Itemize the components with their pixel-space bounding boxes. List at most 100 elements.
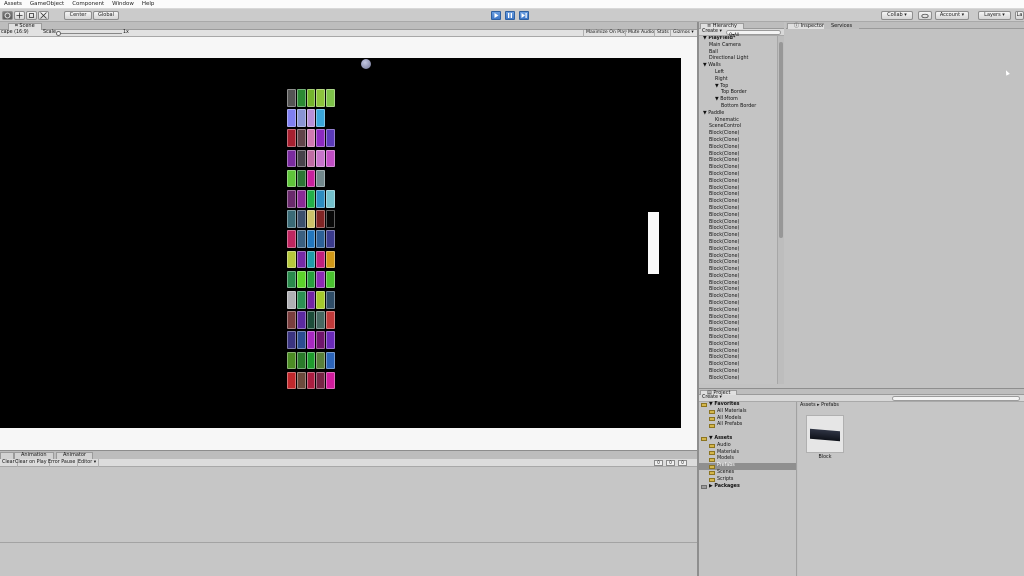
hierarchy-item[interactable]: Block(Clone) — [699, 240, 777, 247]
project-tree-item[interactable]: Scripts — [699, 477, 796, 484]
move-tool-button[interactable] — [14, 11, 25, 20]
error-filter-toggle[interactable]: 0 — [678, 460, 687, 466]
hierarchy-search-input[interactable]: Q▾All — [726, 30, 781, 37]
space-toggle[interactable]: Global — [93, 11, 119, 20]
hierarchy-item[interactable]: Block(Clone) — [699, 131, 777, 138]
breakout-block — [316, 291, 326, 309]
project-folder-tree[interactable]: ▼ Favorites All Materials All Models All Pr… — [699, 402, 797, 576]
project-breadcrumb[interactable]: Assets ▸ Prefabs — [800, 403, 839, 409]
hierarchy-item[interactable]: Block(Clone) — [699, 199, 777, 206]
hierarchy-item[interactable]: Main Camera — [699, 43, 777, 50]
breakout-block — [287, 109, 296, 127]
hierarchy-item[interactable]: ▼ Bottom — [699, 97, 777, 104]
hierarchy-item[interactable]: Block(Clone) — [699, 145, 777, 152]
hierarchy-item[interactable]: Block(Clone) — [699, 138, 777, 145]
project-tree-item[interactable]: Prefabs — [699, 463, 796, 470]
scale-slider-track[interactable] — [60, 33, 122, 34]
menu-item-component[interactable]: Component — [68, 1, 108, 7]
hierarchy-item[interactable]: Top Border — [699, 90, 777, 97]
account-dropdown[interactable]: Account ▾ — [935, 11, 969, 20]
menu-item-window[interactable]: Window — [108, 1, 138, 7]
console-log-area[interactable] — [0, 467, 697, 576]
project-search-input[interactable] — [892, 396, 1020, 401]
project-tree-item[interactable]: ▼ Assets — [699, 436, 796, 443]
project-tree-item[interactable]: Models — [699, 456, 796, 463]
error-pause-toggle[interactable]: Error Pause — [46, 459, 79, 467]
rotate-tool-button[interactable] — [26, 11, 37, 20]
game-canvas[interactable] — [0, 58, 681, 428]
hierarchy-item[interactable]: Block(Clone) — [699, 179, 777, 186]
menu-item-gameobject[interactable]: GameObject — [26, 1, 68, 7]
tab-scene[interactable]: ⌗ Scene — [8, 23, 42, 30]
collab-dropdown[interactable]: Collab ▾ — [881, 11, 913, 20]
maximize-on-play-toggle[interactable]: Maximize On Play — [583, 30, 629, 37]
project-tree-item[interactable]: All Prefabs — [699, 422, 796, 429]
breakout-block — [287, 149, 296, 168]
console-splitter[interactable] — [0, 542, 697, 543]
breakout-block — [326, 190, 335, 208]
tab-animation[interactable]: Animation — [14, 452, 54, 459]
log-filter-toggle[interactable]: 0 — [654, 460, 663, 466]
menu-item-assets[interactable]: Assets — [0, 1, 26, 7]
hierarchy-item[interactable]: Block(Clone) — [699, 247, 777, 254]
layers-dropdown[interactable]: Layers ▾ — [978, 11, 1011, 20]
hierarchy-item[interactable]: Block(Clone) — [699, 233, 777, 240]
layout-dropdown[interactable]: La — [1015, 11, 1024, 20]
hand-tool-button[interactable] — [2, 11, 13, 20]
hierarchy-item[interactable]: Block(Clone) — [699, 335, 777, 342]
gizmos-dropdown[interactable]: Gizmos ▾ — [670, 30, 696, 37]
project-tree-item[interactable]: ▶ Packages — [699, 484, 796, 491]
tab-animator[interactable]: Animator — [56, 452, 93, 459]
breakout-block — [287, 270, 296, 289]
hierarchy-item[interactable]: Left — [699, 70, 777, 77]
hierarchy-scroll-thumb[interactable] — [779, 42, 783, 238]
mute-audio-toggle[interactable]: Mute Audio — [625, 30, 656, 37]
project-tree-item[interactable]: ▼ Favorites — [699, 402, 796, 409]
hierarchy-item[interactable]: ▼ PlayField* — [699, 36, 777, 43]
scale-slider-handle[interactable] — [56, 31, 61, 36]
aspect-dropdown[interactable]: cape (16:9) — [1, 30, 29, 36]
hierarchy-item[interactable]: Block(Clone) — [699, 342, 777, 349]
project-tree-item[interactable]: All Models — [699, 416, 796, 423]
project-tree-item[interactable]: All Materials — [699, 409, 796, 416]
hierarchy-item[interactable]: Block(Clone) — [699, 213, 777, 220]
pause-button[interactable] — [505, 11, 515, 20]
cloud-button[interactable] — [918, 11, 932, 20]
hierarchy-item[interactable]: Block(Clone) — [699, 308, 777, 315]
breakout-block — [326, 270, 335, 289]
scale-label: Scale — [43, 30, 56, 35]
hierarchy-item[interactable]: Block(Clone) — [699, 206, 777, 213]
hierarchy-item[interactable]: Block(Clone) — [699, 274, 777, 281]
clear-on-play-toggle[interactable]: Clear on Play — [13, 459, 50, 467]
hierarchy-item[interactable]: Block(Clone) — [699, 267, 777, 274]
project-tree-item[interactable]: Materials — [699, 450, 796, 457]
hierarchy-item[interactable]: Block(Clone) — [699, 172, 777, 179]
project-tree-item[interactable]: Scenes — [699, 470, 796, 477]
hierarchy-create-button[interactable]: Create ▾ — [702, 29, 722, 35]
project-tree-item[interactable]: Audio — [699, 443, 796, 450]
play-button[interactable] — [491, 11, 501, 20]
tab-animator-label: Animator — [63, 452, 86, 458]
hierarchy-item[interactable]: Block(Clone) — [699, 376, 777, 383]
hierarchy-item[interactable]: Right — [699, 77, 777, 84]
scale-tool-button[interactable] — [38, 11, 49, 20]
hierarchy-item[interactable]: Block(Clone) — [699, 301, 777, 308]
tab-console[interactable] — [0, 452, 14, 459]
hierarchy-scrollbar[interactable] — [777, 36, 784, 384]
warning-filter-toggle[interactable]: 0 — [666, 460, 675, 466]
hierarchy-list[interactable]: ▼ PlayField* Main Camera Ball Directional L… — [699, 36, 777, 384]
asset-block-thumbnail[interactable] — [806, 415, 844, 453]
editor-dropdown[interactable]: Editor ▾ — [76, 459, 100, 467]
project-tree-item[interactable] — [699, 429, 796, 436]
hierarchy-item[interactable]: ▼ Walls — [699, 63, 777, 70]
breakout-block — [316, 311, 326, 329]
menu-item-help[interactable]: Help — [138, 1, 159, 7]
step-button[interactable] — [519, 11, 529, 20]
stats-toggle[interactable]: Stats — [654, 30, 671, 37]
hierarchy-item[interactable]: Block(Clone) — [699, 369, 777, 376]
pivot-toggle[interactable]: Center — [64, 11, 92, 20]
hierarchy-item[interactable]: Block(Clone) — [699, 165, 777, 172]
project-create-button[interactable]: Create ▾ — [702, 395, 722, 401]
hierarchy-item[interactable]: ▼ Paddle — [699, 111, 777, 118]
hierarchy-item[interactable]: Bottom Border — [699, 104, 777, 111]
